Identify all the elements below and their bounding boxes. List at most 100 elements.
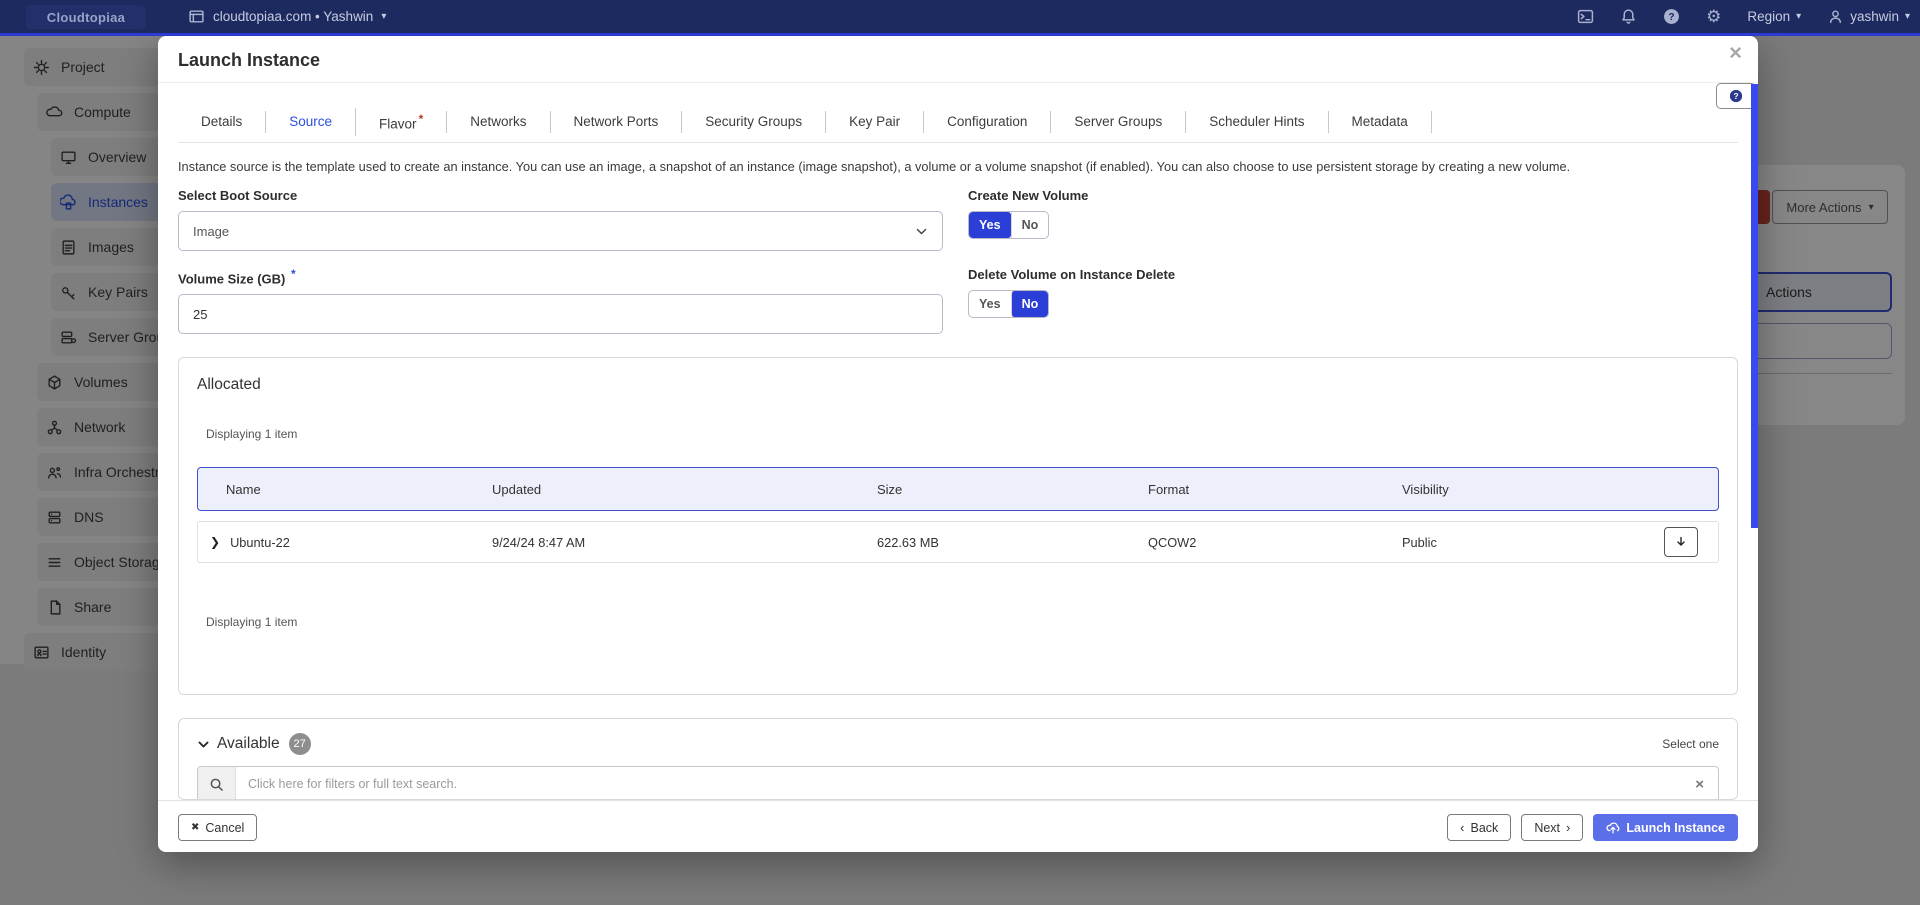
console-icon[interactable] <box>1577 8 1594 25</box>
search-input[interactable] <box>236 767 1681 800</box>
boot-source-field: Select Boot Source Image <box>178 188 943 251</box>
cancel-button[interactable]: ✖ Cancel <box>178 814 257 841</box>
available-search-bar: × <box>197 766 1719 800</box>
delete-volume-yes-button[interactable]: Yes <box>969 291 1011 317</box>
modal-scrollbar[interactable] <box>1751 84 1758 528</box>
create-volume-yes-button[interactable]: Yes <box>969 212 1011 238</box>
allocated-title: Allocated <box>197 376 1719 394</box>
back-button[interactable]: ‹ Back <box>1447 814 1511 841</box>
modal-title: Launch Instance <box>178 50 320 71</box>
select-one-hint: Select one <box>1662 737 1719 751</box>
chevron-down-icon: ▾ <box>1796 11 1801 22</box>
next-label: Next <box>1534 821 1560 835</box>
available-count-badge: 27 <box>289 733 311 755</box>
region-label: Region <box>1747 9 1790 24</box>
tab-security-groups[interactable]: Security Groups <box>681 111 825 133</box>
column-header-name: Name <box>198 482 492 497</box>
user-menu[interactable]: yashwin ▾ <box>1827 8 1910 25</box>
row-action-cell <box>1664 527 1718 557</box>
clear-search-icon[interactable]: × <box>1681 776 1718 793</box>
create-volume-toggle: Yes No <box>968 211 1049 239</box>
column-header-size: Size <box>877 482 1148 497</box>
image-updated: 9/24/24 8:47 AM <box>492 535 877 550</box>
launch-instance-modal: Launch Instance × ? DetailsSourceFlavor*… <box>158 36 1758 852</box>
topbar: Cloudtopiaa cloudtopiaa.com • Yashwin ▾ … <box>0 0 1920 36</box>
launch-instance-button[interactable]: Launch Instance <box>1593 814 1738 841</box>
delete-volume-no-button[interactable]: No <box>1011 291 1049 317</box>
boot-source-select[interactable]: Image <box>178 211 943 251</box>
chevron-down-icon <box>915 225 928 238</box>
allocated-count-footer: Displaying 1 item <box>206 615 1719 629</box>
cancel-label: Cancel <box>205 821 244 835</box>
modal-footer: ✖ Cancel ‹ Back Next › Launch Instance <box>158 800 1758 852</box>
tab-source[interactable]: Source <box>265 111 355 133</box>
required-asterisk: * <box>291 267 296 281</box>
back-label: Back <box>1471 821 1499 835</box>
tab-metadata[interactable]: Metadata <box>1328 111 1432 133</box>
notifications-bell-icon[interactable] <box>1620 8 1637 25</box>
close-icon[interactable]: × <box>1729 40 1742 66</box>
user-icon <box>1827 8 1844 25</box>
next-button[interactable]: Next › <box>1521 814 1583 841</box>
context-label: cloudtopiaa.com • Yashwin <box>213 9 373 24</box>
table-row: ❯ Ubuntu-22 9/24/24 8:47 AM 622.63 MB QC… <box>197 521 1719 563</box>
image-format: QCOW2 <box>1148 535 1402 550</box>
volume-size-label-text: Volume Size (GB) <box>178 271 285 286</box>
source-form: Select Boot Source Image Create New Volu… <box>178 188 1718 334</box>
search-icon[interactable] <box>198 767 236 800</box>
app: Cloudtopiaa cloudtopiaa.com • Yashwin ▾ … <box>0 0 1920 905</box>
question-circle-icon: ? <box>1729 89 1743 103</box>
svg-text:?: ? <box>1669 12 1675 23</box>
tab-networks[interactable]: Networks <box>446 111 549 133</box>
chevron-down-icon: ▾ <box>1905 11 1910 22</box>
wizard-help-button[interactable]: ? <box>1716 83 1756 109</box>
allocated-table-header: Name Updated Size Format Visibility <box>197 467 1719 511</box>
delete-volume-label: Delete Volume on Instance Delete <box>968 267 1718 282</box>
column-header-visibility: Visibility <box>1402 482 1664 497</box>
create-volume-no-button[interactable]: No <box>1011 212 1049 238</box>
required-asterisk: * <box>419 112 424 126</box>
tab-network-ports[interactable]: Network Ports <box>550 111 682 133</box>
svg-text:?: ? <box>1733 91 1738 101</box>
tab-flavor[interactable]: Flavor* <box>355 108 446 136</box>
settings-gear-icon[interactable]: ⚙ <box>1706 8 1721 25</box>
logo[interactable]: Cloudtopiaa <box>26 5 146 29</box>
tab-server-groups[interactable]: Server Groups <box>1050 111 1185 133</box>
tab-bar: DetailsSourceFlavor*NetworksNetwork Port… <box>178 108 1688 136</box>
delete-volume-field: Delete Volume on Instance Delete Yes No <box>968 267 1718 334</box>
tab-key-pair[interactable]: Key Pair <box>825 111 923 133</box>
allocated-panel: Allocated Displaying 1 item Name Updated… <box>178 357 1738 695</box>
collapse-chevron-icon[interactable] <box>197 738 210 751</box>
help-icon[interactable]: ? <box>1663 8 1680 25</box>
volume-size-field: Volume Size (GB) * <box>178 267 943 334</box>
deallocate-image-button[interactable] <box>1664 527 1698 557</box>
region-selector[interactable]: Region ▾ <box>1747 9 1801 24</box>
volume-size-input[interactable] <box>178 294 943 334</box>
expand-row-chevron-icon[interactable]: ❯ <box>210 535 220 549</box>
allocated-count: Displaying 1 item <box>206 427 1719 441</box>
launch-label: Launch Instance <box>1626 821 1725 835</box>
chevron-left-icon: ‹ <box>1460 820 1464 835</box>
volume-size-label: Volume Size (GB) * <box>178 267 943 286</box>
x-icon: ✖ <box>191 822 199 833</box>
wizard-nav-buttons: ‹ Back Next › Launch Instance <box>1447 814 1738 841</box>
delete-volume-toggle: Yes No <box>968 290 1049 318</box>
panel-icon <box>188 8 205 25</box>
tab-details[interactable]: Details <box>178 111 265 133</box>
image-size: 622.63 MB <box>877 535 1148 550</box>
tab-configuration[interactable]: Configuration <box>923 111 1050 133</box>
user-name: yashwin <box>1850 9 1899 24</box>
chevron-down-icon: ▾ <box>381 11 386 22</box>
available-header: Available 27 Select one <box>197 733 1719 755</box>
create-volume-label: Create New Volume <box>968 188 1718 203</box>
cloud-upload-icon <box>1606 821 1620 835</box>
create-volume-field: Create New Volume Yes No <box>968 188 1718 251</box>
available-panel: Available 27 Select one × <box>178 718 1738 800</box>
project-context[interactable]: cloudtopiaa.com • Yashwin ▾ <box>188 0 386 33</box>
arrow-down-icon <box>1674 535 1688 549</box>
divider <box>178 142 1738 143</box>
column-header-format: Format <box>1148 482 1402 497</box>
divider <box>158 82 1758 83</box>
image-name-cell: ❯ Ubuntu-22 <box>198 535 492 550</box>
tab-scheduler-hints[interactable]: Scheduler Hints <box>1185 111 1327 133</box>
